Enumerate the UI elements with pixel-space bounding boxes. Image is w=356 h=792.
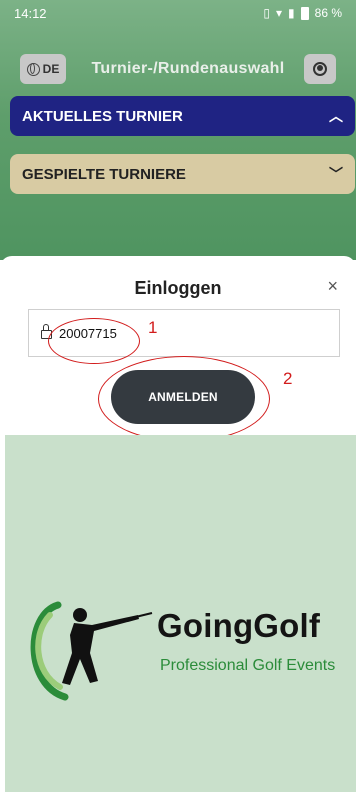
annotation-number-2: 2 bbox=[283, 369, 293, 388]
signal-icon: ▮ bbox=[288, 6, 295, 20]
close-icon[interactable]: × bbox=[327, 276, 338, 297]
chevron-down-icon: ﹀ bbox=[329, 166, 343, 182]
login-modal: Einloggen × 20007715 ANMELDEN 1 2 bbox=[0, 256, 356, 442]
account-icon bbox=[313, 62, 327, 76]
current-tournament-label: AKTUELLES TURNIER bbox=[22, 107, 183, 125]
status-icons: ▯ ▾ ▮ 86 % bbox=[263, 6, 342, 20]
language-button[interactable]: DE bbox=[20, 54, 66, 84]
battery-icon bbox=[300, 6, 309, 20]
modal-title: Einloggen bbox=[134, 278, 222, 298]
account-button[interactable] bbox=[304, 54, 336, 84]
annotation-circle-1 bbox=[48, 318, 140, 364]
status-bar: 14:12 ▯ ▾ ▮ 86 % bbox=[0, 0, 356, 26]
battery-level: 86 % bbox=[314, 6, 342, 20]
app-header: DE Turnier-/Rundenauswahl bbox=[20, 52, 336, 86]
chevron-up-icon: ︿ bbox=[329, 108, 343, 124]
vibrate-icon: ▯ bbox=[263, 6, 270, 20]
annotation-circle-2 bbox=[98, 356, 270, 442]
current-tournament-panel[interactable]: AKTUELLES TURNIER ︿ bbox=[10, 96, 355, 136]
golfer-logo-icon bbox=[30, 601, 153, 701]
language-label: DE bbox=[42, 62, 60, 76]
brand-area: GoingGolf Professional Golf Events bbox=[5, 435, 356, 792]
brand-name: GoingGolf bbox=[157, 607, 321, 644]
played-tournaments-panel[interactable]: GESPIELTE TURNIERE ﹀ bbox=[10, 154, 355, 194]
wifi-icon: ▾ bbox=[276, 6, 283, 20]
played-tournaments-label: GESPIELTE TURNIERE bbox=[22, 165, 186, 183]
brand-tagline: Professional Golf Events bbox=[160, 657, 336, 674]
page-title: Turnier-/Rundenauswahl bbox=[91, 60, 285, 77]
brand-logo: GoingGolf Professional Golf Events bbox=[20, 595, 350, 705]
globe-icon bbox=[26, 62, 40, 76]
annotation-number-1: 1 bbox=[148, 318, 158, 337]
status-time: 14:12 bbox=[14, 5, 47, 21]
